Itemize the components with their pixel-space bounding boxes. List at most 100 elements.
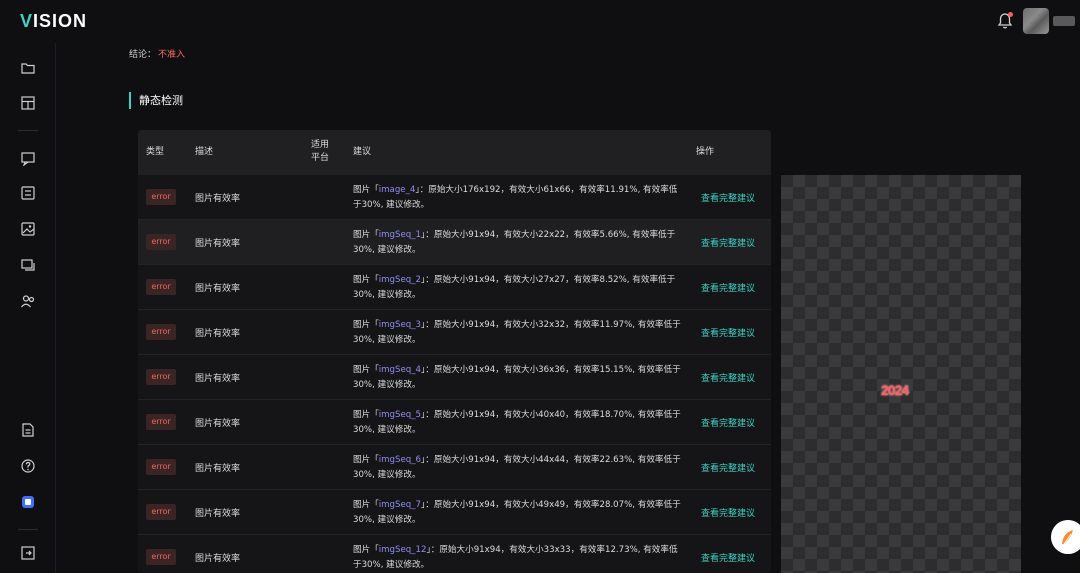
header-type: 类型 xyxy=(146,147,165,157)
help-icon[interactable] xyxy=(20,458,36,474)
view-full-suggestion-link[interactable]: 查看完整建议 xyxy=(701,326,755,339)
type-badge: error xyxy=(146,234,176,250)
view-full-suggestion-link[interactable]: 查看完整建议 xyxy=(701,551,755,564)
row-suggestion: 图片「imgSeq_1」：原始大小91x94，有效大小22x22，有效率5.66… xyxy=(353,228,683,258)
conclusion-value: 不准入 xyxy=(158,50,186,60)
header-suggestion: 建议 xyxy=(353,147,372,157)
asset-name: image_4 xyxy=(378,185,416,195)
suggestion-prefix: 图片「 xyxy=(353,275,379,285)
row-desc: 图片有效率 xyxy=(195,509,241,519)
logo-accent: V xyxy=(20,11,34,31)
row-desc: 图片有效率 xyxy=(195,464,241,474)
asset-name: imgSeq_1 xyxy=(378,230,421,240)
app-logo[interactable]: VISION xyxy=(20,11,87,32)
row-desc: 图片有效率 xyxy=(195,194,241,204)
image-preview[interactable]: 2024 xyxy=(781,175,1021,573)
view-full-suggestion-link[interactable]: 查看完整建议 xyxy=(701,236,755,249)
header-action: 操作 xyxy=(696,147,715,157)
type-badge: error xyxy=(146,324,176,340)
type-badge: error xyxy=(146,279,176,295)
type-badge: error xyxy=(146,504,176,520)
layout-icon[interactable] xyxy=(20,95,36,111)
suggestion-prefix: 图片「 xyxy=(353,455,379,465)
username-blurred[interactable] xyxy=(1053,16,1075,26)
row-suggestion: 图片「imgSeq_6」：原始大小91x94，有效大小44x44，有效率22.6… xyxy=(353,453,683,483)
notification-dot xyxy=(1008,12,1013,17)
layers-icon[interactable] xyxy=(20,257,36,273)
avatar[interactable] xyxy=(1023,8,1049,34)
static-check-table: 类型 描述 适用 平台 建议 操作 error 图片有效率 图片「image_4」：… xyxy=(138,130,771,573)
view-full-suggestion-link[interactable]: 查看完整建议 xyxy=(701,506,755,519)
sidebar xyxy=(0,43,56,573)
users-icon[interactable] xyxy=(20,293,36,309)
header-platform-line1: 适用 xyxy=(311,140,330,150)
conclusion: 结论： 不准入 xyxy=(129,47,185,60)
header-platform-line2: 平台 xyxy=(311,153,330,163)
type-badge: error xyxy=(146,414,176,430)
table-row: error 图片有效率 图片「imgSeq_1」：原始大小91x94，有效大小22x… xyxy=(138,220,771,265)
section-title: 静态检测 xyxy=(129,92,183,109)
table-row: error 图片有效率 图片「image_4」：原始大小176x192，有效大小61… xyxy=(138,175,771,220)
float-assistant-icon[interactable] xyxy=(1051,520,1080,554)
row-desc: 图片有效率 xyxy=(195,419,241,429)
image-icon[interactable] xyxy=(20,221,36,237)
folder-icon[interactable] xyxy=(20,60,36,76)
row-suggestion: 图片「imgSeq_5」：原始大小91x94，有效大小40x40，有效率18.7… xyxy=(353,408,683,438)
table-header: 类型 描述 适用 平台 建议 操作 xyxy=(138,130,771,175)
table-row: error 图片有效率 图片「imgSeq_2」：原始大小91x94，有效大小27x… xyxy=(138,265,771,310)
table-row: error 图片有效率 图片「imgSeq_3」：原始大小91x94，有效大小32x… xyxy=(138,310,771,355)
row-desc: 图片有效率 xyxy=(195,284,241,294)
row-desc: 图片有效率 xyxy=(195,374,241,384)
header-desc: 描述 xyxy=(195,147,214,157)
table-row: error 图片有效率 图片「imgSeq_12」：原始大小91x94，有效大小33… xyxy=(138,535,771,573)
message-icon[interactable] xyxy=(20,150,36,166)
table-row: error 图片有效率 图片「imgSeq_6」：原始大小91x94，有效大小44x… xyxy=(138,445,771,490)
suggestion-prefix: 图片「 xyxy=(353,500,379,510)
suggestion-prefix: 图片「 xyxy=(353,320,379,330)
view-full-suggestion-link[interactable]: 查看完整建议 xyxy=(701,281,755,294)
asset-name: imgSeq_6 xyxy=(378,455,421,465)
row-suggestion: 图片「imgSeq_7」：原始大小91x94，有效大小49x49，有效率28.0… xyxy=(353,498,683,528)
table-row: error 图片有效率 图片「imgSeq_7」：原始大小91x94，有效大小49x… xyxy=(138,490,771,535)
preview-sprite: 2024 xyxy=(881,382,909,398)
checklist-icon[interactable] xyxy=(20,185,36,201)
type-badge: error xyxy=(146,459,176,475)
row-desc: 图片有效率 xyxy=(195,239,241,249)
type-badge: error xyxy=(146,189,176,205)
asset-name: imgSeq_4 xyxy=(378,365,421,375)
asset-name: imgSeq_12 xyxy=(378,545,427,555)
table-row: error 图片有效率 图片「imgSeq_5」：原始大小91x94，有效大小40x… xyxy=(138,400,771,445)
suggestion-prefix: 图片「 xyxy=(353,545,379,555)
view-full-suggestion-link[interactable]: 查看完整建议 xyxy=(701,191,755,204)
row-suggestion: 图片「imgSeq_12」：原始大小91x94，有效大小33x33，有效率12.… xyxy=(353,543,683,573)
view-full-suggestion-link[interactable]: 查看完整建议 xyxy=(701,416,755,429)
suggestion-prefix: 图片「 xyxy=(353,365,379,375)
asset-name: imgSeq_5 xyxy=(378,410,421,420)
logo-text: ISION xyxy=(33,11,88,31)
view-full-suggestion-link[interactable]: 查看完整建议 xyxy=(701,461,755,474)
table-row: error 图片有效率 图片「imgSeq_4」：原始大小91x94，有效大小36x… xyxy=(138,355,771,400)
sidebar-divider xyxy=(18,130,38,131)
app-icon[interactable] xyxy=(20,494,36,510)
asset-name: imgSeq_2 xyxy=(378,275,421,285)
asset-name: imgSeq_7 xyxy=(378,500,421,510)
document-icon[interactable] xyxy=(20,422,36,438)
view-full-suggestion-link[interactable]: 查看完整建议 xyxy=(701,371,755,384)
row-desc: 图片有效率 xyxy=(195,554,241,564)
top-bar: VISION xyxy=(0,0,1080,43)
row-suggestion: 图片「imgSeq_2」：原始大小91x94，有效大小27x27，有效率8.52… xyxy=(353,273,683,303)
suggestion-prefix: 图片「 xyxy=(353,410,379,420)
row-desc: 图片有效率 xyxy=(195,329,241,339)
row-suggestion: 图片「imgSeq_3」：原始大小91x94，有效大小32x32，有效率11.9… xyxy=(353,318,683,348)
row-suggestion: 图片「imgSeq_4」：原始大小91x94，有效大小36x36，有效率15.1… xyxy=(353,363,683,393)
conclusion-label: 结论： xyxy=(129,50,157,60)
suggestion-prefix: 图片「 xyxy=(353,185,379,195)
type-badge: error xyxy=(146,549,176,565)
asset-name: imgSeq_3 xyxy=(378,320,421,330)
header-platform: 适用 平台 xyxy=(311,139,329,165)
sidebar-divider xyxy=(18,529,38,530)
logout-icon[interactable] xyxy=(20,545,36,561)
type-badge: error xyxy=(146,369,176,385)
suggestion-prefix: 图片「 xyxy=(353,230,379,240)
row-suggestion: 图片「image_4」：原始大小176x192，有效大小61x66，有效率11.… xyxy=(353,183,683,213)
